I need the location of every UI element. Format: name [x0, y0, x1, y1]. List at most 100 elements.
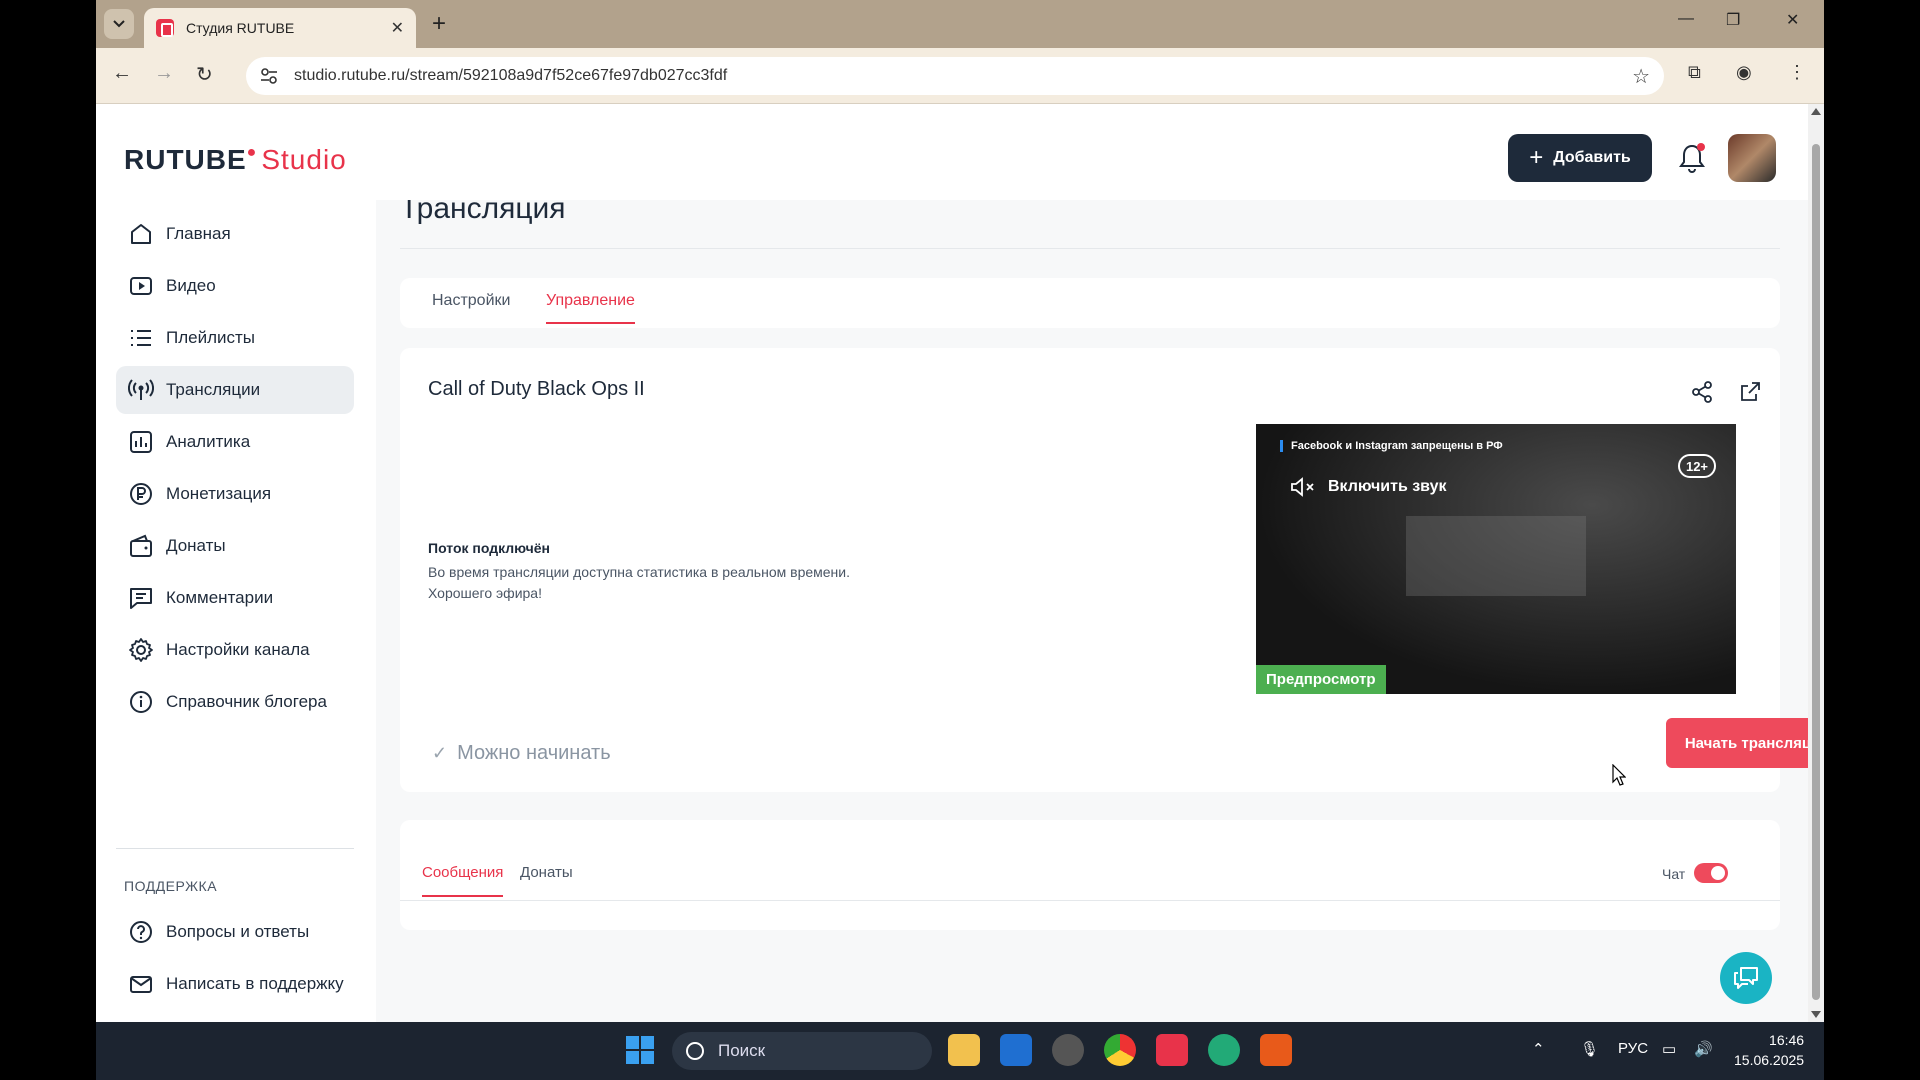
close-window-icon[interactable]: ✕ — [1786, 10, 1799, 30]
profile-icon[interactable]: ◉ — [1736, 62, 1752, 83]
help-chat-button[interactable] — [1720, 952, 1772, 1004]
tab-messages[interactable]: Сообщения — [422, 864, 504, 897]
site-info-icon[interactable] — [260, 67, 278, 85]
question-icon — [130, 921, 152, 943]
screen: Студия RUTUBE ✕ + — ❐ ✕ ← → ↻ studio.rut… — [0, 0, 1920, 1080]
bookmark-star-icon[interactable]: ☆ — [1632, 64, 1650, 89]
video-icon — [130, 277, 152, 295]
sidebar-item-blogger-guide[interactable]: Справочник блогера — [116, 678, 354, 726]
game-icon[interactable] — [1260, 1034, 1292, 1066]
sidebar-item-label: Видео — [166, 276, 216, 295]
app-icon[interactable] — [1052, 1034, 1084, 1066]
sidebar-item-monetization[interactable]: Монетизация — [116, 470, 354, 518]
extensions-icon[interactable]: ⧉ — [1688, 62, 1701, 83]
tray-chevron-up-icon[interactable]: ⌃ — [1532, 1040, 1545, 1058]
omnibox[interactable]: studio.rutube.ru/stream/592108a9d7f52ce6… — [246, 57, 1664, 95]
logo-sub-text: Studio — [261, 144, 347, 175]
sidebar-item-label: Справочник блогера — [166, 692, 327, 711]
anydesk-icon[interactable] — [1156, 1034, 1188, 1066]
taskbar-clock[interactable]: 16:46 15.06.2025 — [1734, 1030, 1804, 1070]
sidebar-item-channel-settings[interactable]: Настройки канала — [116, 626, 354, 674]
tab-management[interactable]: Управление — [546, 292, 635, 324]
plus-icon: + — [1529, 144, 1544, 171]
restore-icon[interactable]: ❐ — [1726, 10, 1740, 30]
share-icon[interactable] — [1690, 380, 1714, 404]
close-tab-icon[interactable]: ✕ — [391, 18, 404, 38]
support-section-title: ПОДДЕРЖКА — [124, 878, 218, 894]
sidebar-item-playlists[interactable]: Плейлисты — [116, 314, 354, 362]
logo-main-text: RUTUBE — [124, 144, 247, 175]
browser-window: Студия RUTUBE ✕ + — ❐ ✕ ← → ↻ studio.rut… — [96, 0, 1824, 1022]
tab-bar: Студия RUTUBE ✕ + — ❐ ✕ — [96, 0, 1824, 48]
chat-toggle[interactable] — [1694, 863, 1728, 883]
rutube-studio-logo[interactable]: RUTUBE● Studio — [124, 144, 347, 176]
sidebar-item-comments[interactable]: Комментарии — [116, 574, 354, 622]
sidebar-item-label: Вопросы и ответы — [166, 922, 310, 941]
sidebar-item-label: Настройки канала — [166, 640, 310, 659]
scroll-up-icon[interactable] — [1811, 108, 1821, 115]
scroll-down-icon[interactable] — [1811, 1011, 1821, 1018]
language-indicator[interactable]: РУС — [1618, 1040, 1648, 1057]
mute-icon — [1291, 477, 1314, 497]
analytics-icon — [130, 431, 152, 453]
outlook-icon[interactable] — [1000, 1034, 1032, 1066]
new-tab-button[interactable]: + — [432, 10, 446, 38]
comment-icon — [130, 588, 152, 609]
tab-search-button[interactable] — [104, 9, 134, 39]
menu-kebab-icon[interactable]: ⋮ — [1788, 62, 1806, 83]
ready-label: Можно начинать — [457, 742, 611, 764]
rutube-favicon-icon — [156, 19, 174, 37]
external-link-icon[interactable] — [1738, 380, 1762, 404]
gear-icon — [129, 638, 153, 662]
forward-icon[interactable]: → — [154, 62, 174, 85]
chat-divider — [400, 900, 1780, 901]
tab-donations[interactable]: Донаты — [520, 864, 573, 881]
tabs-card: Настройки Управление — [400, 278, 1780, 328]
start-stream-button[interactable]: Начать трансляцию — [1666, 718, 1824, 768]
back-icon[interactable]: ← — [112, 62, 132, 85]
unmute-button[interactable]: Включить звук — [1290, 476, 1447, 498]
sidebar-item-contact-support[interactable]: Написать в поддержку — [116, 960, 354, 1008]
app-icon[interactable] — [1208, 1034, 1240, 1066]
minimize-icon[interactable]: — — [1678, 10, 1694, 28]
stream-card: Call of Duty Black Ops II Поток подключё… — [400, 348, 1824, 792]
chat-bubbles-icon — [1734, 967, 1758, 989]
sidebar-item-analytics[interactable]: Аналитика — [116, 418, 354, 466]
preview-notice: Facebook и Instagram запрещены в РФ — [1280, 440, 1503, 452]
add-button[interactable]: + Добавить — [1508, 134, 1652, 182]
page-scrollbar[interactable] — [1808, 104, 1824, 1022]
file-explorer-icon[interactable] — [948, 1034, 980, 1066]
title-divider — [400, 248, 1780, 249]
stream-preview[interactable]: Facebook и Instagram запрещены в РФ 12+ … — [1256, 424, 1736, 694]
clock-time: 16:46 — [1769, 1032, 1805, 1048]
scrollbar-thumb[interactable] — [1812, 144, 1820, 1000]
reload-icon[interactable]: ↻ — [196, 62, 213, 87]
sidebar-divider — [116, 848, 354, 849]
network-icon[interactable]: ▭ — [1662, 1040, 1676, 1058]
page: RUTUBE● Studio + Добавить Главная Видео П… — [96, 104, 1824, 1022]
playlist-icon — [131, 330, 151, 346]
sidebar-item-label: Плейлисты — [166, 328, 256, 347]
avatar[interactable] — [1728, 134, 1776, 182]
check-icon: ✓ — [432, 743, 448, 763]
wallet-icon — [130, 534, 152, 557]
sidebar-item-label: Монетизация — [166, 484, 272, 503]
windows-start-icon[interactable] — [624, 1034, 656, 1066]
chrome-icon[interactable] — [1104, 1034, 1136, 1066]
sidebar-item-faq[interactable]: Вопросы и ответы — [116, 908, 354, 956]
sidebar-item-label: Комментарии — [166, 588, 274, 607]
microphone-icon[interactable]: 🎙 — [1580, 1040, 1599, 1058]
sidebar-item-home[interactable]: Главная — [116, 210, 354, 258]
tab-settings[interactable]: Настройки — [432, 292, 510, 310]
sidebar-item-label: Главная — [166, 224, 231, 243]
browser-tab[interactable]: Студия RUTUBE ✕ — [144, 8, 416, 48]
sidebar-item-video[interactable]: Видео — [116, 262, 354, 310]
volume-icon[interactable]: 🔊 — [1694, 1040, 1713, 1058]
sidebar-item-donations[interactable]: Донаты — [116, 522, 354, 570]
taskbar-search[interactable]: Поиск — [672, 1032, 932, 1070]
stream-title: Call of Duty Black Ops II — [428, 378, 645, 400]
chevron-down-icon — [113, 20, 125, 28]
sidebar-item-broadcasts[interactable]: Трансляции — [116, 366, 354, 414]
bell-icon[interactable] — [1678, 142, 1706, 174]
sidebar-item-label: Написать в поддержку — [166, 974, 344, 993]
